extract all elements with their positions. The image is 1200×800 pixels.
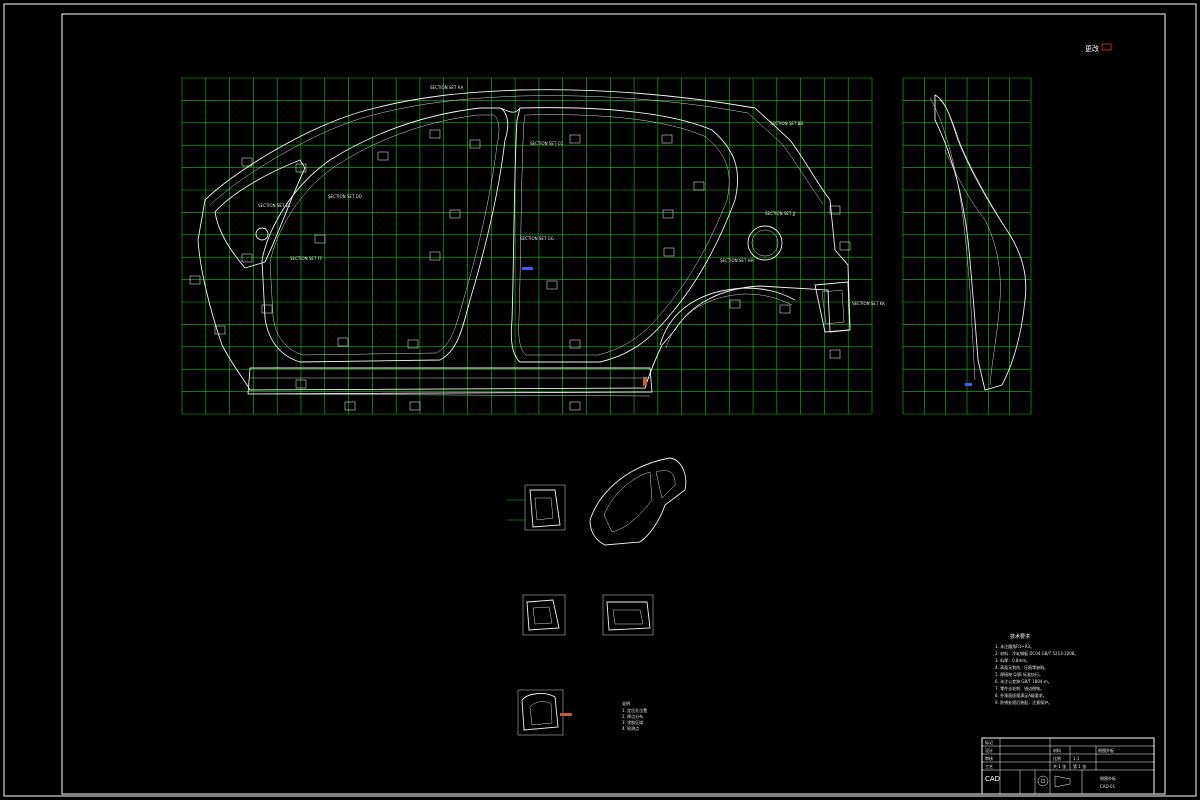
tech-req-line-6: 6. 未注公差按 GB/T 1804-m。 — [995, 678, 1052, 684]
tag-box — [241, 253, 253, 263]
inner-border — [61, 13, 1166, 795]
tech-req-line-7: 7. 零件去毛刺、锐边倒钝。 — [995, 685, 1044, 691]
section-callout-label: SECTION SET CC — [530, 141, 563, 146]
tb-r1c0: 设计 — [985, 747, 993, 753]
tech-req-line-3: 3. 料厚：0.8mm。 — [995, 657, 1030, 663]
section-view-4 — [517, 689, 572, 736]
section-callout-label: SECTION SET FF — [290, 256, 323, 261]
blue-marker — [522, 267, 533, 270]
revision-mark: 更改 — [1085, 43, 1112, 53]
tag-box — [779, 304, 791, 314]
tech-requirements-title: 技术要求 — [1010, 633, 1030, 640]
section-callout-label: SECTION SET DD — [328, 194, 362, 199]
side-panel-outline — [197, 89, 851, 397]
tb-r2c0: 审核 — [985, 755, 993, 761]
orange-marker — [643, 377, 647, 386]
section-callout-label: SECTION SET JJ — [765, 211, 795, 216]
tag-box — [546, 280, 558, 290]
section-callout-label: SECTION SET EE — [258, 203, 291, 208]
notes-small-line-4: 4. 检测点 — [622, 725, 639, 731]
side-view-grid — [181, 77, 873, 415]
section-view-3 — [602, 594, 654, 636]
tag-box — [377, 151, 389, 161]
drawing-number: CAD-01 — [1100, 784, 1116, 789]
tag-box — [569, 401, 581, 411]
tb-r4c2: 共 1 张 — [1053, 763, 1066, 769]
cad-drawing-sheet: 更改 SECTION SET AASECTION SET BBSECTION S… — [3, 3, 1197, 797]
section-callout-label: SECTION SET AA — [430, 85, 464, 90]
tech-req-line-5: 5. 焊接按 Q/JB 标准执行。 — [995, 671, 1043, 677]
tech-req-line-9: 9. 防锈处理后装配，注意保护。 — [995, 699, 1052, 705]
tag-box — [409, 401, 421, 411]
part-name: 侧围外板 — [1100, 775, 1116, 781]
revision-mark-label: 更改 — [1085, 44, 1099, 53]
tag-box — [314, 234, 326, 244]
tag-box — [469, 139, 481, 149]
tag-box — [344, 401, 356, 411]
tag-box — [189, 275, 201, 285]
tb-r4c3: 第 1 张 — [1073, 763, 1086, 769]
tech-requirements: 技术要求 1. 未注圆角R1~R3。 2. 材料：冷轧钢板 DC04 GB/T … — [995, 633, 1078, 705]
tb-r3c0: 工艺 — [985, 764, 993, 769]
section-view-2 — [522, 594, 566, 636]
tech-req-line-8: 8. 外观面质量满足A级要求。 — [995, 692, 1047, 698]
tb-r0c0: 标记 — [985, 739, 993, 745]
tech-req-line-4: 4. 表面无划伤、压痕等缺陷。 — [995, 664, 1048, 670]
tag-box — [661, 134, 673, 144]
tag-box — [429, 251, 441, 261]
section-callout-label: SECTION SET KK — [852, 301, 885, 306]
rear-view-outline — [929, 94, 1027, 391]
tb-r1c2: 材料 — [1053, 747, 1061, 753]
section-callouts: SECTION SET AA SECTION SET BB SECTION SET … — [258, 85, 885, 306]
cad-logo: CAD — [985, 775, 1000, 783]
tech-req-line-2: 2. 材料：冷轧钢板 DC04 GB/T 5213-2008。 — [995, 650, 1078, 656]
tag-box — [429, 129, 441, 139]
iso-view — [589, 457, 687, 546]
notes-small-title: 说明 — [622, 700, 630, 706]
section-callout-label: SECTION SET BB — [770, 121, 803, 126]
section-view-1 — [507, 484, 566, 531]
tag-box — [693, 181, 705, 191]
tag-box — [829, 349, 841, 359]
tb-r1c4: 侧围外板 — [1098, 747, 1114, 753]
tag-box — [663, 247, 675, 257]
tb-r2c2: 比例 — [1053, 755, 1061, 761]
tag-box — [569, 134, 581, 144]
tb-r2c3: 1:1 — [1073, 756, 1080, 761]
notes-small-line-3: 3. 涂胶区域 — [622, 719, 643, 725]
section-callout-label: SECTION SET GG — [520, 236, 554, 241]
tag-box — [729, 299, 741, 309]
tag-box — [449, 209, 461, 219]
section-callout-label: SECTION SET HH — [720, 258, 754, 263]
tag-box — [662, 209, 674, 219]
notes-small-line-2: 2. 焊点分布 — [622, 713, 643, 719]
tag-box — [261, 304, 273, 314]
tag-box — [337, 337, 349, 347]
title-block: 标记 设计 材料 侧围外板 审核 比例 1:1 工艺 共 1 张 第 1 张 C… — [981, 737, 1155, 795]
notes-small: 说明 1. 定位孔位置 2. 焊点分布 3. 涂胶区域 4. 检测点 — [622, 700, 647, 731]
tech-req-line-1: 1. 未注圆角R1~R3。 — [995, 643, 1034, 649]
notes-small-line-1: 1. 定位孔位置 — [622, 707, 647, 713]
